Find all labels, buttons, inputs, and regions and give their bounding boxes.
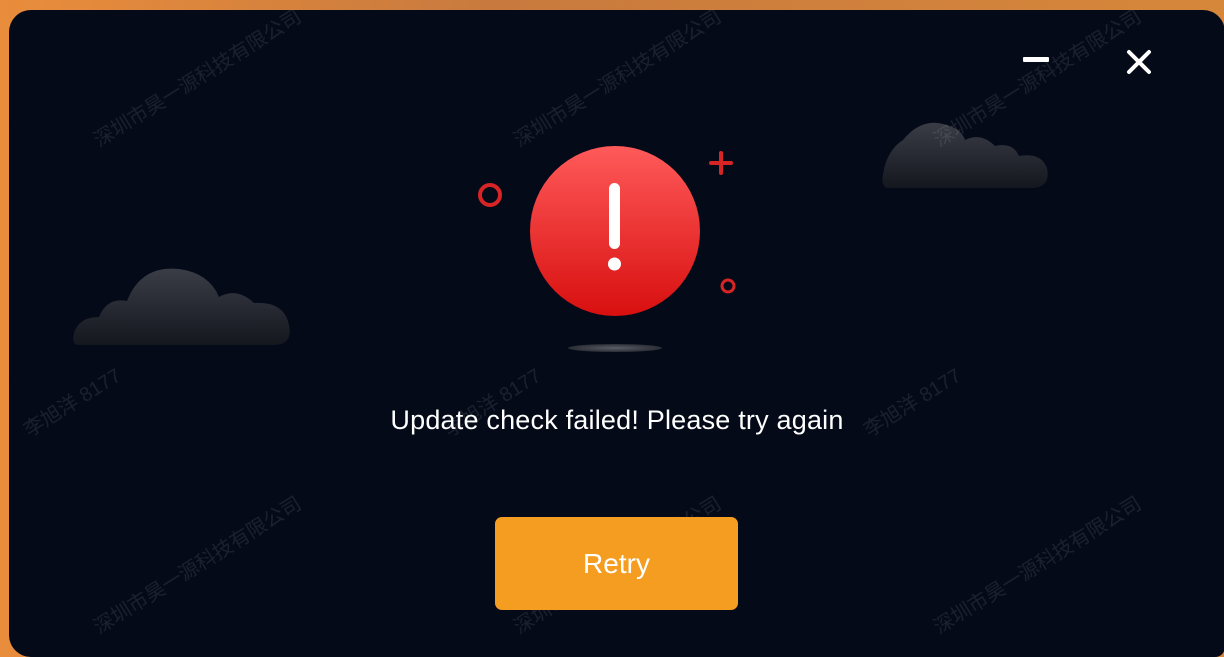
update-failed-dialog: 深圳市昊一源科技有限公司 深圳市昊一源科技有限公司 深圳市昊一源科技有限公司 李… [9,10,1224,657]
close-icon [1127,50,1151,74]
watermark: 深圳市昊一源科技有限公司 [90,10,306,152]
error-message: Update check failed! Please try again [390,405,844,435]
error-illustration [478,146,736,352]
cloud-right-icon [882,122,1048,188]
shadow-decoration [568,344,662,352]
watermark: 深圳市昊一源科技有限公司 [510,10,726,152]
close-button[interactable] [1121,44,1157,80]
minimize-icon [1023,57,1049,62]
watermark: 深圳市昊一源科技有限公司 [930,492,1146,639]
minimize-button[interactable] [1020,48,1058,74]
cloud-left-icon [73,268,290,345]
ring-decoration-icon [478,183,502,207]
retry-button[interactable]: Retry [495,517,738,610]
watermark: 深圳市昊一源科技有限公司 [90,492,306,639]
plus-decoration-icon [709,151,733,175]
small-ring-decoration-icon [720,278,736,294]
